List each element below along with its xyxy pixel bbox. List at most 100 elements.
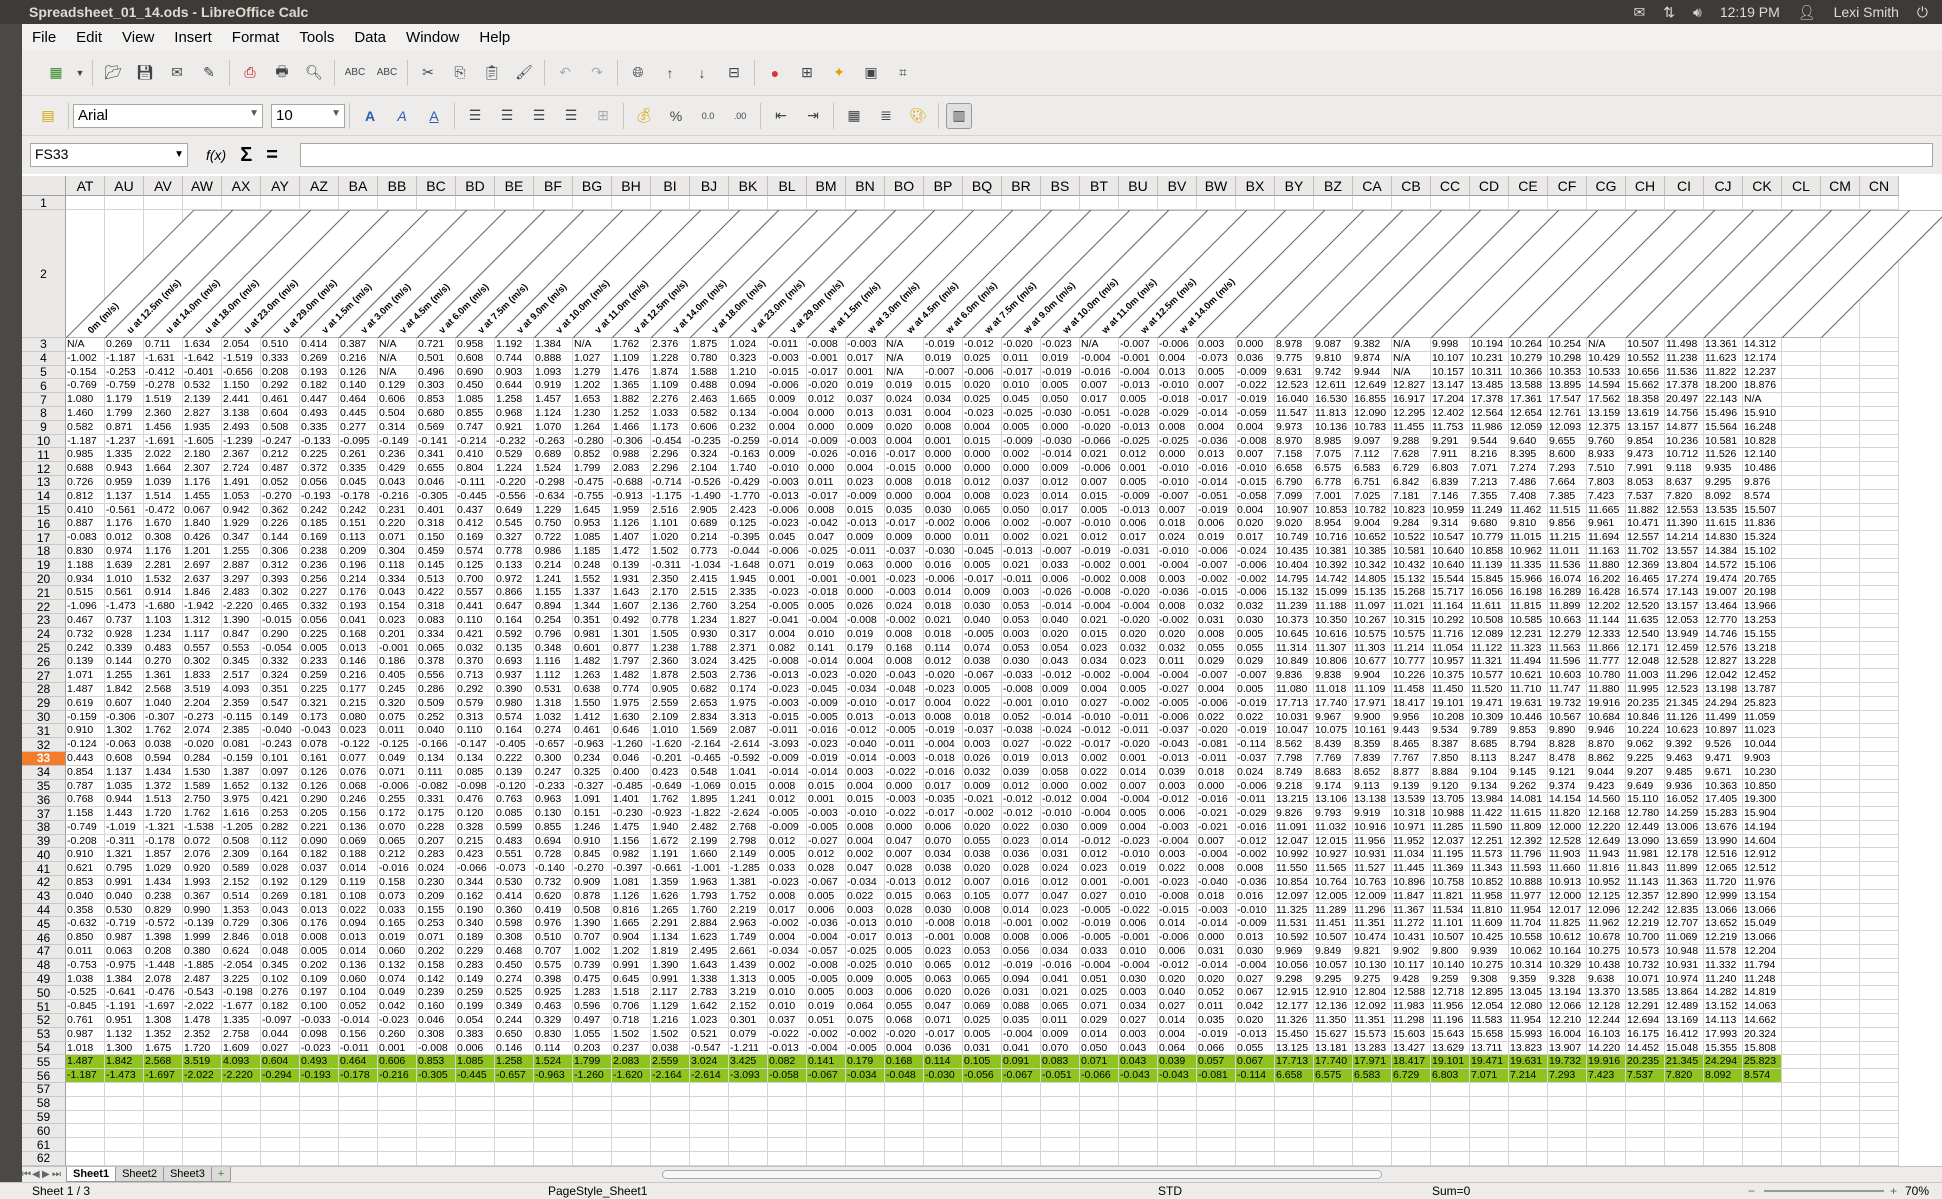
cell[interactable] xyxy=(651,1152,690,1166)
cell[interactable]: -0.019 xyxy=(807,751,846,766)
cell[interactable]: 9.392 xyxy=(1665,738,1704,752)
cell[interactable]: 0.020 xyxy=(963,379,1002,394)
cell[interactable]: 0.022 xyxy=(846,889,885,904)
cell[interactable] xyxy=(1041,196,1080,210)
cell[interactable]: 12.092 xyxy=(1353,1000,1392,1015)
cell[interactable]: 1.029 xyxy=(144,862,183,877)
cell[interactable]: 11.122 xyxy=(1470,641,1509,656)
cell[interactable]: 0.349 xyxy=(495,1000,534,1015)
cell[interactable]: 14.452 xyxy=(1626,1041,1665,1056)
cell[interactable]: 1.740 xyxy=(729,462,768,476)
cell[interactable]: 10.849 xyxy=(1275,655,1314,670)
cell[interactable]: 0.043 xyxy=(1119,1041,1158,1056)
cell[interactable]: 0.010 xyxy=(768,1000,807,1015)
cell[interactable]: -1.187 xyxy=(66,1069,105,1084)
cell[interactable] xyxy=(1353,1124,1392,1139)
column-header-bv[interactable]: BV xyxy=(1158,176,1197,196)
cell[interactable]: 0.237 xyxy=(612,1041,651,1056)
cell[interactable]: 1.246 xyxy=(573,820,612,835)
cell[interactable]: 1.192 xyxy=(495,338,534,352)
cell[interactable]: 0.209 xyxy=(417,889,456,904)
cell[interactable] xyxy=(378,1124,417,1139)
cell[interactable]: 0.091 xyxy=(1002,1055,1041,1070)
cell[interactable]: 0.020 xyxy=(963,820,1002,835)
cell[interactable]: 1.827 xyxy=(729,613,768,628)
cell[interactable]: -0.749 xyxy=(66,820,105,835)
cell[interactable]: 0.110 xyxy=(456,724,495,739)
cell[interactable]: 0.040 xyxy=(417,724,456,739)
cell[interactable]: 0.074 xyxy=(963,641,1002,656)
cell[interactable]: 0.601 xyxy=(573,641,612,656)
cell[interactable]: 0.688 xyxy=(66,462,105,476)
cell[interactable]: 1.353 xyxy=(222,903,261,918)
cell[interactable]: 1.103 xyxy=(144,613,183,628)
cell[interactable]: 12.244 xyxy=(1587,1014,1626,1028)
cell[interactable]: 0.012 xyxy=(105,531,144,545)
cell[interactable]: 2.884 xyxy=(690,917,729,932)
cell[interactable]: 10.854 xyxy=(1275,876,1314,890)
cell[interactable]: 0.290 xyxy=(261,627,300,642)
cell[interactable]: 0.113 xyxy=(339,531,378,545)
cell[interactable]: 12.090 xyxy=(1353,406,1392,421)
cell[interactable]: 0.053 xyxy=(1002,641,1041,656)
cell[interactable]: 16.052 xyxy=(1665,793,1704,808)
cell[interactable] xyxy=(1860,393,1899,407)
cell[interactable]: 0.008 xyxy=(885,627,924,642)
cell[interactable] xyxy=(1080,1138,1119,1153)
cell[interactable] xyxy=(534,1083,573,1097)
cell[interactable]: 0.750 xyxy=(534,517,573,532)
cell[interactable]: -0.012 xyxy=(1041,669,1080,683)
cell[interactable]: 12.459 xyxy=(1665,641,1704,656)
cell[interactable]: 0.175 xyxy=(417,807,456,821)
menu-edit[interactable]: Edit xyxy=(66,29,112,46)
cell[interactable] xyxy=(690,196,729,210)
cell[interactable]: 12.059 xyxy=(1509,420,1548,435)
cell[interactable]: 15.355 xyxy=(1704,1041,1743,1056)
cell[interactable]: 11.298 xyxy=(1392,1014,1431,1028)
cell[interactable]: 10.474 xyxy=(1353,931,1392,946)
cell[interactable]: 12.291 xyxy=(1626,1000,1665,1015)
cell[interactable]: -0.020 xyxy=(1197,724,1236,739)
cell[interactable]: 11.126 xyxy=(1665,710,1704,725)
cell[interactable] xyxy=(885,1138,924,1153)
cell[interactable]: 14.063 xyxy=(1743,1000,1782,1015)
cell[interactable]: 0.231 xyxy=(378,503,417,518)
cell[interactable]: -2.022 xyxy=(183,1069,222,1084)
cell[interactable]: 9.443 xyxy=(1392,724,1431,739)
cell[interactable]: -0.017 xyxy=(1002,365,1041,380)
cell[interactable]: 12.047 xyxy=(1275,834,1314,849)
cell[interactable] xyxy=(963,1152,1002,1166)
cell[interactable]: 13.539 xyxy=(1392,793,1431,808)
cell[interactable]: 8.978 xyxy=(1275,338,1314,352)
cell[interactable]: 0.023 xyxy=(1002,834,1041,849)
cell[interactable]: 0.005 xyxy=(807,986,846,1001)
cell[interactable] xyxy=(1860,931,1899,946)
cell[interactable]: 0.331 xyxy=(417,793,456,808)
cell[interactable]: 0.236 xyxy=(300,558,339,573)
cell[interactable]: 10.652 xyxy=(1353,531,1392,545)
cell[interactable]: 1.085 xyxy=(573,531,612,545)
cell[interactable]: 0.339 xyxy=(105,641,144,656)
cell[interactable]: 1.361 xyxy=(144,669,183,683)
cell[interactable]: 1.381 xyxy=(729,876,768,890)
cell[interactable]: 0.012 xyxy=(963,958,1002,973)
cell[interactable]: 0.013 xyxy=(300,903,339,918)
cell[interactable]: N/A xyxy=(378,351,417,366)
cell[interactable]: 0.008 xyxy=(846,820,885,835)
cell[interactable]: 14.214 xyxy=(1665,531,1704,545)
cell[interactable]: 6.583 xyxy=(1353,462,1392,476)
cell[interactable]: -0.305 xyxy=(417,489,456,504)
cell[interactable]: 0.347 xyxy=(222,531,261,545)
cell[interactable]: 13.676 xyxy=(1704,820,1743,835)
cell[interactable]: 0.088 xyxy=(1002,1000,1041,1015)
cell[interactable]: 0.006 xyxy=(1119,517,1158,532)
cell[interactable]: -0.923 xyxy=(651,807,690,821)
cell[interactable]: -0.004 xyxy=(1002,1027,1041,1042)
cell[interactable]: 1.027 xyxy=(573,351,612,366)
cell[interactable] xyxy=(1314,1124,1353,1139)
cell[interactable]: 0.774 xyxy=(612,682,651,697)
cell[interactable]: -0.006 xyxy=(1197,696,1236,711)
cell[interactable]: 8.216 xyxy=(1470,448,1509,463)
cell[interactable]: 0.410 xyxy=(66,503,105,518)
cell[interactable]: -1.822 xyxy=(690,807,729,821)
